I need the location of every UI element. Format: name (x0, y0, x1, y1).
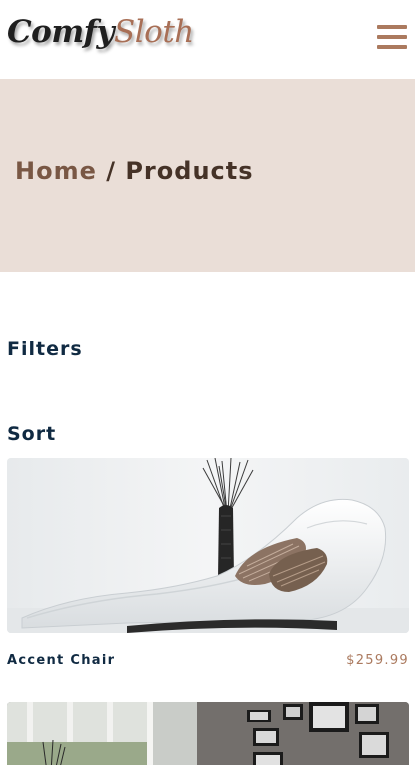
breadcrumb: Home / Products (15, 157, 254, 185)
menu-bar (377, 35, 407, 39)
menu-bar (377, 25, 407, 29)
sort-heading: Sort (7, 423, 57, 445)
hamburger-menu-icon[interactable] (377, 25, 407, 49)
living-room-illustration (7, 702, 409, 765)
logo-text-comfy: Comfy (7, 14, 115, 50)
breadcrumb-separator: / (96, 157, 126, 185)
product-card[interactable] (7, 702, 409, 765)
product-image-white-chaise-lounge[interactable] (7, 458, 409, 633)
comfy-sloth-logo[interactable]: ComfySloth (7, 14, 194, 50)
chaise-lounge-illustration (7, 458, 409, 633)
navbar: ComfySloth (0, 0, 415, 79)
menu-bar (377, 45, 407, 49)
logo-text-sloth: Sloth (114, 14, 194, 50)
page-hero: Home / Products (0, 79, 415, 272)
product-image-living-room[interactable] (7, 702, 409, 765)
product-card[interactable]: Accent Chair $259.99 (7, 458, 409, 674)
breadcrumb-home-link[interactable]: Home (15, 157, 97, 185)
product-price: $259.99 (346, 653, 409, 668)
breadcrumb-current: Products (125, 157, 254, 185)
product-footer: Accent Chair $259.99 (7, 650, 409, 674)
filters-heading: Filters (7, 338, 83, 360)
product-name: Accent Chair (7, 653, 116, 668)
